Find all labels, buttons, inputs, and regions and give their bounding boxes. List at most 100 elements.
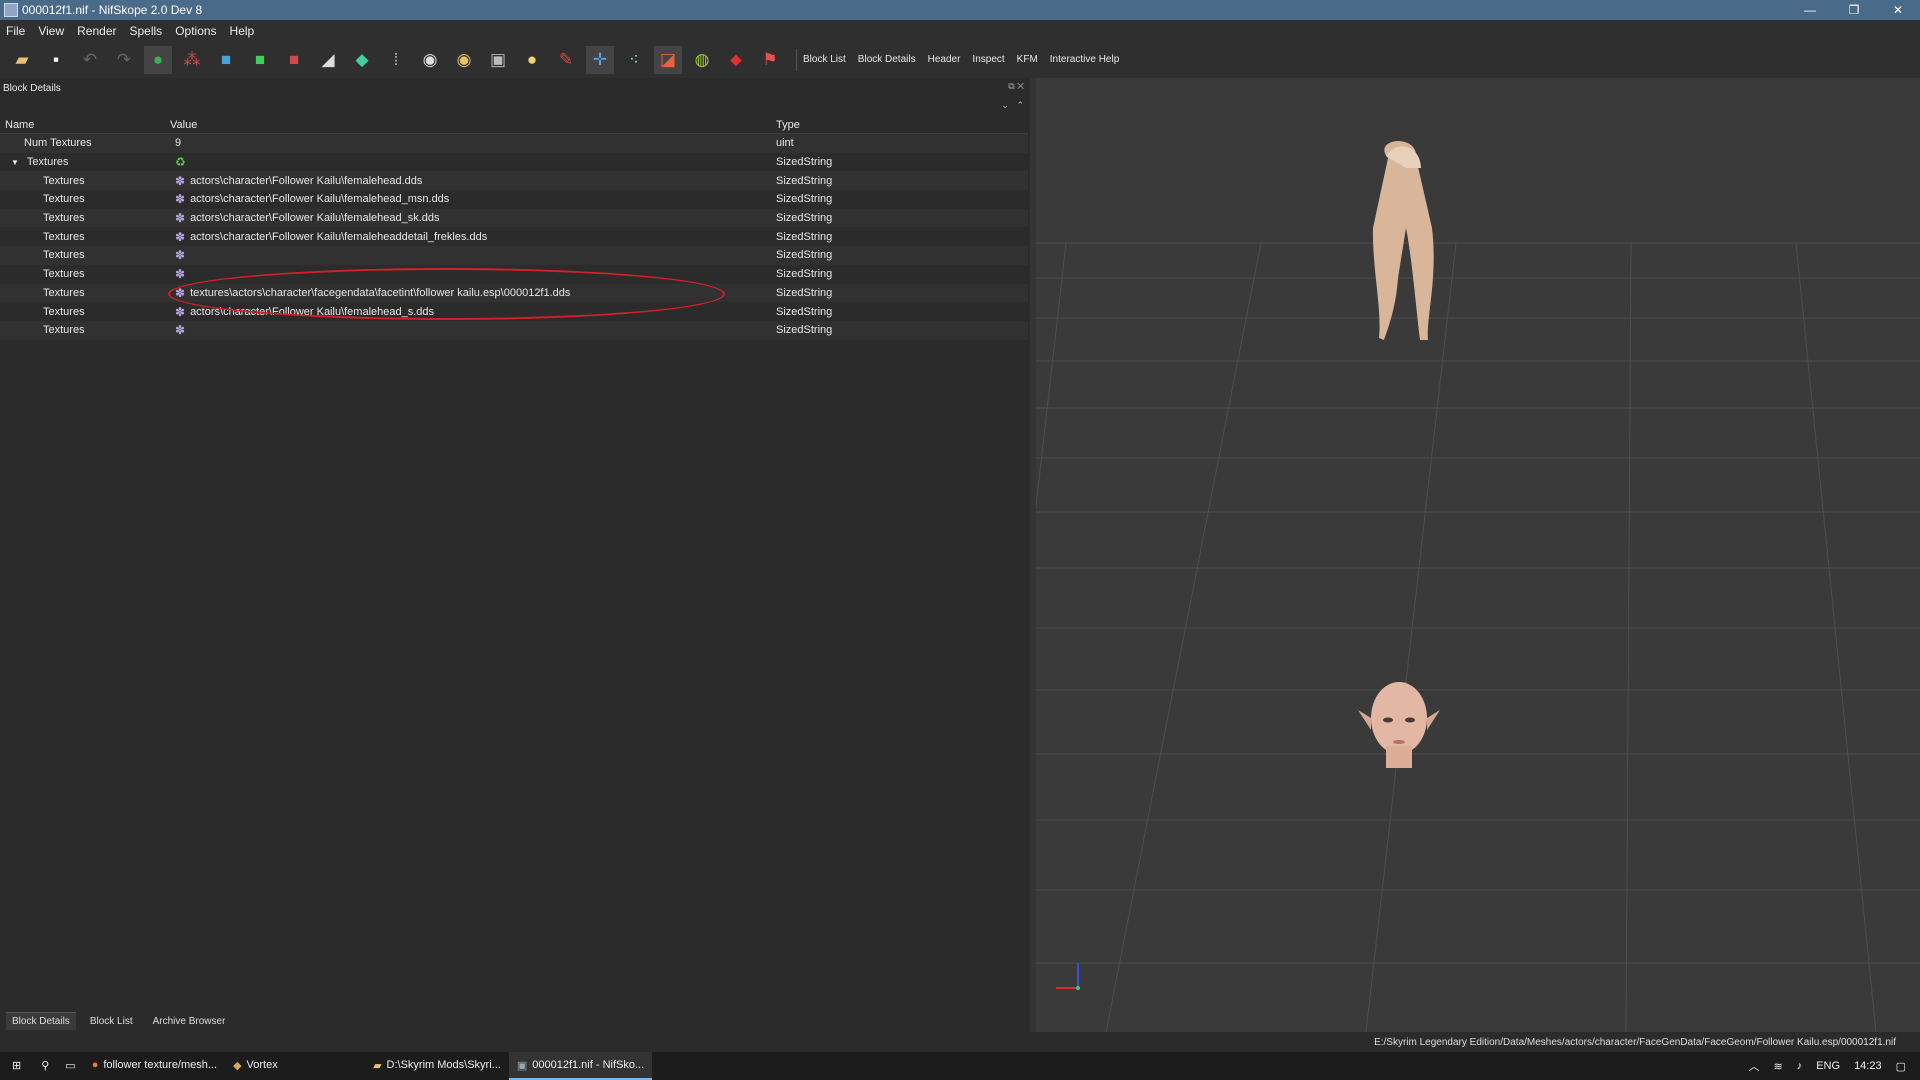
save-icon[interactable]: ▪ bbox=[42, 46, 70, 74]
menu-render[interactable]: Render bbox=[77, 24, 116, 38]
row-type: SizedString bbox=[776, 212, 833, 225]
select-object-icon[interactable]: ● bbox=[144, 45, 172, 74]
dock-float-close-icon[interactable]: ⧉ ✕ bbox=[1008, 81, 1024, 92]
open-folder-icon[interactable]: ▰ bbox=[8, 46, 36, 74]
undo-icon[interactable]: ↶ bbox=[76, 46, 104, 74]
row-type: SizedString bbox=[776, 305, 833, 318]
row-type: SizedString bbox=[776, 174, 833, 187]
textures-icon[interactable]: ⁞ bbox=[382, 46, 410, 74]
header-value[interactable]: Value bbox=[170, 119, 776, 131]
table-row[interactable]: Num Textures 9 uint bbox=[0, 134, 1028, 153]
table-row[interactable]: Textures ✽ SizedString bbox=[0, 246, 1028, 265]
table-row[interactable]: Textures ✽ actors\character\Follower Kail… bbox=[0, 190, 1028, 209]
row-name: Num Textures bbox=[24, 137, 92, 150]
block-details-table: Name Value Type Num Textures 9 uint ▼ Tex… bbox=[0, 117, 1028, 1010]
notification-icon[interactable]: ▢ bbox=[1896, 1060, 1906, 1073]
texture-icon: ✽ bbox=[175, 304, 186, 319]
firefox-icon: ● bbox=[91, 1059, 99, 1071]
markers-icon[interactable]: ⬥ bbox=[722, 46, 750, 74]
start-icon[interactable]: ⊞ bbox=[0, 1052, 33, 1080]
paint-icon[interactable]: ✎ bbox=[552, 46, 580, 74]
lighting-icon[interactable]: ● bbox=[518, 46, 546, 74]
row-name: Textures bbox=[43, 324, 85, 337]
row-value: actors\character\Follower Kailu\femalehe… bbox=[190, 212, 440, 225]
header-name[interactable]: Name bbox=[0, 119, 170, 131]
close-button[interactable]: ✕ bbox=[1876, 0, 1920, 20]
expand-arrow-icon[interactable]: ▼ bbox=[11, 158, 19, 167]
task-explorer[interactable]: ▰ D:\Skyrim Mods\Skyri... bbox=[365, 1052, 509, 1080]
clock[interactable]: 14:23 bbox=[1854, 1060, 1882, 1072]
texture-icon: ✽ bbox=[175, 173, 186, 188]
toolbar-separator bbox=[796, 48, 797, 71]
texture-icon: ✽ bbox=[175, 211, 186, 226]
show-hidden-icon[interactable]: ◉ bbox=[416, 46, 444, 74]
toolbar-interactive-help[interactable]: Interactive Help bbox=[1050, 54, 1119, 65]
menu-help[interactable]: Help bbox=[230, 24, 255, 38]
maximize-button[interactable]: ❐ bbox=[1832, 0, 1876, 20]
view-perspective-icon[interactable]: ◆ bbox=[348, 46, 376, 74]
collapse-expand-icon[interactable]: ⌄ ⌃ bbox=[1001, 100, 1024, 111]
toolbar-inspect[interactable]: Inspect bbox=[972, 54, 1004, 65]
window-title: 000012f1.nif - NifSkope 2.0 Dev 8 bbox=[22, 3, 203, 17]
search-icon[interactable]: ⚲ bbox=[33, 1052, 57, 1080]
view-walk-icon[interactable]: ◢ bbox=[314, 46, 342, 74]
table-row[interactable]: Textures ✽ actors\character\Follower Kail… bbox=[0, 208, 1028, 228]
toolbar-kfm[interactable]: KFM bbox=[1017, 54, 1038, 65]
menu-view[interactable]: View bbox=[38, 24, 64, 38]
flag-icon[interactable]: ⚑ bbox=[756, 46, 784, 74]
view-side-icon[interactable]: ■ bbox=[280, 46, 308, 74]
volume-icon[interactable]: ♪ bbox=[1797, 1060, 1803, 1072]
task-firefox[interactable]: ● follower texture/mesh... bbox=[84, 1052, 225, 1080]
row-value: actors\character\Follower Kailu\femalehe… bbox=[190, 193, 450, 206]
show-marked-icon[interactable]: ◉ bbox=[450, 46, 478, 74]
network-icon[interactable]: ≋ bbox=[1774, 1060, 1783, 1073]
minimize-button[interactable]: — bbox=[1788, 0, 1832, 20]
taskbar: ⊞ ⚲ ▭ ● follower texture/mesh... ◆ Vortex … bbox=[0, 1052, 1920, 1080]
menu-bar: File View Render Spells Options Help bbox=[0, 20, 1920, 41]
texture-icon: ✽ bbox=[175, 192, 186, 207]
folder-icon: ▰ bbox=[373, 1059, 382, 1072]
chevron-up-icon[interactable]: ︿ bbox=[1749, 1058, 1760, 1074]
title-bar: 000012f1.nif - NifSkope 2.0 Dev 8 — ❐ ✕ bbox=[0, 0, 1920, 20]
collision-icon[interactable]: ◪ bbox=[654, 45, 682, 74]
toolbar-header[interactable]: Header bbox=[928, 54, 961, 65]
task-view-icon[interactable]: ▭ bbox=[57, 1052, 83, 1080]
tab-block-details[interactable]: Block Details bbox=[6, 1012, 76, 1030]
nodes-icon[interactable]: ⁖ bbox=[620, 46, 648, 74]
menu-spells[interactable]: Spells bbox=[130, 24, 163, 38]
row-type: SizedString bbox=[776, 324, 833, 337]
redo-icon[interactable]: ↷ bbox=[110, 46, 138, 74]
render-viewport[interactable] bbox=[1036, 78, 1920, 1032]
language-indicator[interactable]: ENG bbox=[1816, 1060, 1840, 1072]
bottom-tabs: Block Details Block List Archive Browser bbox=[0, 1010, 1030, 1032]
tab-block-list[interactable]: Block List bbox=[84, 1013, 139, 1030]
view-top-icon[interactable]: ■ bbox=[246, 46, 274, 74]
toolbar-block-list[interactable]: Block List bbox=[803, 54, 846, 65]
menu-options[interactable]: Options bbox=[175, 24, 216, 38]
app-icon bbox=[4, 3, 18, 17]
texture-icon: ✽ bbox=[175, 248, 186, 263]
table-row[interactable]: ▼ Textures ♻ SizedString bbox=[0, 152, 1028, 172]
row-name: Textures bbox=[43, 268, 85, 281]
row-type: SizedString bbox=[776, 193, 833, 206]
texture-icon: ✽ bbox=[175, 267, 186, 282]
row-type: SizedString bbox=[776, 286, 833, 299]
viewport-canvas bbox=[1036, 78, 1920, 1032]
select-vertex-icon[interactable]: ⁂ bbox=[178, 46, 206, 74]
row-name: Textures bbox=[43, 249, 85, 262]
toolbar-block-details[interactable]: Block Details bbox=[858, 54, 916, 65]
screenshot-icon[interactable]: ▣ bbox=[484, 46, 512, 74]
constraints-icon[interactable]: ◍ bbox=[688, 46, 716, 74]
axes-icon[interactable]: ✛ bbox=[586, 45, 614, 74]
task-nifskope[interactable]: ▣ 000012f1.nif - NifSko... bbox=[508, 1052, 653, 1080]
system-tray: ︿ ≋ ♪ ENG 14:23 ▢ bbox=[1749, 1052, 1920, 1080]
table-row[interactable]: Textures ✽ SizedString bbox=[0, 320, 1028, 340]
table-row[interactable]: Textures ✽ actors\character\Follower Kail… bbox=[0, 227, 1028, 247]
task-vortex[interactable]: ◆ Vortex bbox=[225, 1052, 365, 1080]
table-row[interactable]: Textures ✽ actors\character\Follower Kail… bbox=[0, 171, 1028, 191]
row-type: SizedString bbox=[776, 230, 833, 243]
view-front-icon[interactable]: ■ bbox=[212, 46, 240, 74]
tab-archive-browser[interactable]: Archive Browser bbox=[147, 1013, 232, 1030]
menu-file[interactable]: File bbox=[6, 24, 25, 38]
header-type[interactable]: Type bbox=[776, 119, 1026, 131]
